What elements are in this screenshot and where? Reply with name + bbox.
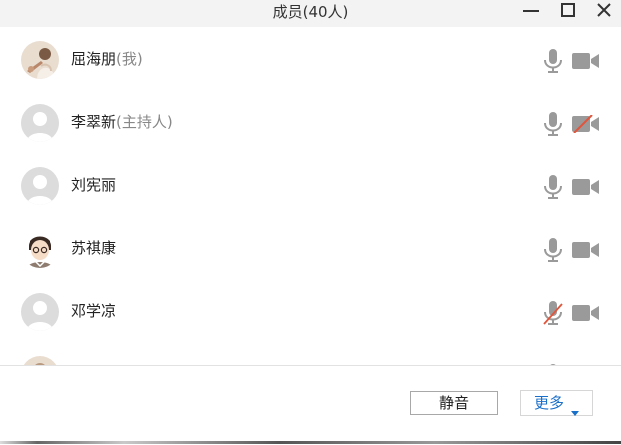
minimize-icon[interactable] <box>520 0 542 22</box>
mic-muted-icon[interactable] <box>542 300 564 326</box>
caret-down-icon <box>571 402 579 420</box>
member-name-text: 刘宪丽 <box>71 176 117 194</box>
member-row[interactable] <box>0 342 621 365</box>
member-row[interactable]: 苏祺康 <box>0 216 621 278</box>
member-role: (主持人) <box>116 113 173 131</box>
avatar <box>21 41 59 79</box>
member-name-text: 苏祺康 <box>71 239 117 257</box>
avatar <box>21 167 59 205</box>
member-name-text: 屈海朋 <box>71 50 117 68</box>
member-row[interactable]: 邓学凉 <box>0 279 621 341</box>
member-list[interactable]: 屈海朋(我) 李翠新(主持人) 刘宪丽 苏祺康 邓学凉 <box>0 27 621 365</box>
mic-icon[interactable] <box>542 174 564 200</box>
more-button-label: 更多 <box>534 394 565 412</box>
maximize-icon[interactable] <box>557 0 579 22</box>
avatar <box>21 356 59 365</box>
member-role: (我) <box>116 50 143 68</box>
member-name: 屈海朋(我) <box>71 49 143 69</box>
member-name: 刘宪丽 <box>71 175 116 195</box>
member-name-text: 邓学凉 <box>71 302 117 320</box>
mic-icon[interactable] <box>542 237 564 263</box>
member-name-text: 李翠新 <box>71 113 117 131</box>
more-button[interactable]: 更多 <box>520 390 593 416</box>
mic-icon[interactable] <box>542 111 564 137</box>
member-name: 苏祺康 <box>71 238 116 258</box>
mic-icon[interactable] <box>542 48 564 74</box>
member-row[interactable]: 刘宪丽 <box>0 153 621 215</box>
member-name: 李翠新(主持人) <box>71 112 173 132</box>
member-row[interactable]: 李翠新(主持人) <box>0 90 621 152</box>
camera-icon[interactable] <box>572 52 600 70</box>
member-name: 邓学凉 <box>71 301 116 321</box>
footer-bar: 静音 更多 <box>0 365 621 445</box>
mute-all-button[interactable]: 静音 <box>410 391 498 415</box>
member-row[interactable]: 屈海朋(我) <box>0 27 621 89</box>
camera-off-icon[interactable] <box>572 115 600 133</box>
close-icon[interactable] <box>593 0 615 22</box>
avatar <box>21 293 59 331</box>
title-bar: 成员(40人) <box>0 0 621 27</box>
camera-icon[interactable] <box>572 241 600 259</box>
avatar <box>21 230 59 268</box>
camera-icon[interactable] <box>572 304 600 322</box>
avatar <box>21 104 59 142</box>
camera-icon[interactable] <box>572 178 600 196</box>
